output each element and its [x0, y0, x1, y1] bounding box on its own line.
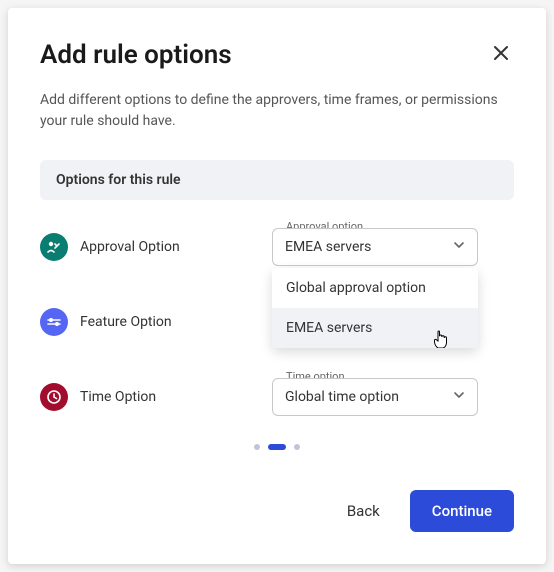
modal-header: Add rule options — [40, 40, 514, 70]
approval-option-label: Approval Option — [80, 239, 180, 255]
page-dot-3[interactable] — [294, 444, 300, 450]
approval-icon — [40, 233, 68, 261]
time-label-wrap: Time Option — [40, 383, 272, 411]
approval-dropdown-menu: Global approval option EMEA servers — [272, 268, 478, 348]
options-banner: Options for this rule — [40, 160, 514, 200]
page-dot-2[interactable] — [268, 444, 286, 450]
close-icon — [492, 51, 510, 66]
approval-select-wrap: Approval option EMEA servers Global appr… — [272, 228, 478, 266]
continue-button[interactable]: Continue — [410, 490, 514, 532]
chevron-down-icon — [453, 389, 465, 405]
modal-description: Add different options to define the appr… — [40, 90, 514, 132]
page-dot-1[interactable] — [254, 444, 260, 450]
time-option-row: Time Option Time option Global time opti… — [40, 378, 514, 416]
chevron-down-icon — [453, 239, 465, 255]
feature-icon — [40, 308, 68, 336]
pagination-dots — [40, 444, 514, 450]
modal-title: Add rule options — [40, 40, 232, 70]
close-button[interactable] — [488, 40, 514, 70]
approval-select[interactable]: EMEA servers — [272, 228, 478, 266]
feature-label-wrap: Feature Option — [40, 308, 272, 336]
time-select-wrap: Time option Global time option — [272, 378, 478, 416]
dropdown-item-global[interactable]: Global approval option — [272, 268, 478, 308]
feature-option-label: Feature Option — [80, 314, 172, 330]
time-select[interactable]: Global time option — [272, 378, 478, 416]
approval-option-row: Approval Option Approval option EMEA ser… — [40, 228, 514, 266]
modal-footer: Back Continue — [40, 490, 514, 532]
dropdown-item-emea[interactable]: EMEA servers — [272, 308, 478, 348]
approval-select-value: EMEA servers — [285, 239, 371, 255]
approval-label-wrap: Approval Option — [40, 233, 272, 261]
time-select-value: Global time option — [285, 389, 399, 405]
time-option-label: Time Option — [80, 389, 156, 405]
add-rule-options-modal: Add rule options Add different options t… — [8, 8, 546, 564]
time-icon — [40, 383, 68, 411]
back-button[interactable]: Back — [341, 492, 386, 530]
